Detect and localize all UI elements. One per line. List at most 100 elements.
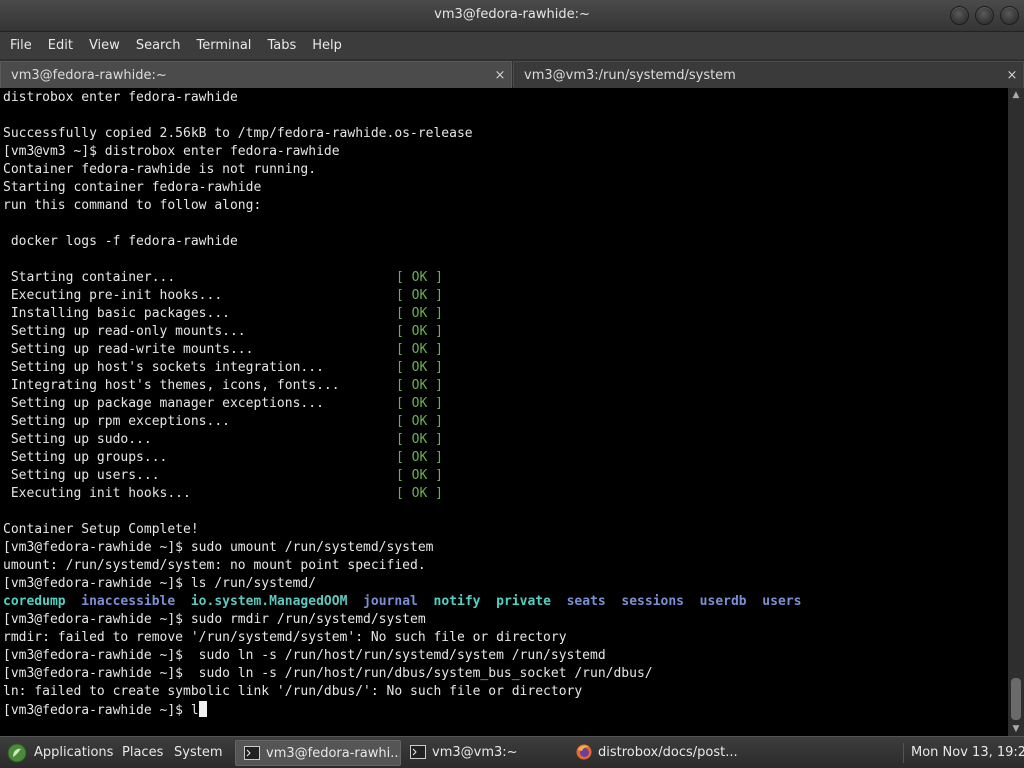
close-window-button[interactable]	[1000, 6, 1019, 25]
setup-step-line: Integrating host's themes, icons, fonts.…	[3, 377, 443, 395]
directory-entry: journal	[363, 594, 418, 609]
terminal-line: [vm3@fedora-rawhide ~]$ sudo rmdir /run/…	[3, 612, 426, 627]
minimize-button[interactable]	[950, 6, 969, 25]
applications-icon[interactable]	[6, 737, 28, 768]
menu-help[interactable]: Help	[304, 32, 350, 59]
taskbar-item-terminal-fedora[interactable]: vm3@fedora-rawhi...	[235, 740, 401, 766]
scrollbar-thumb[interactable]	[1011, 678, 1021, 720]
setup-step-label: Setting up read-write mounts...	[3, 342, 254, 357]
terminal-line: ln: failed to create symbolic link '/run…	[3, 684, 583, 699]
terminal-line: [vm3@fedora-rawhide ~]$ sudo ln -s /run/…	[3, 666, 653, 681]
terminal-line: [vm3@fedora-rawhide ~]$ sudo ln -s /run/…	[3, 648, 606, 663]
terminal-line: Container Setup Complete!	[3, 522, 199, 537]
setup-step-label: Installing basic packages...	[3, 306, 230, 321]
terminal-line: run this command to follow along:	[3, 198, 262, 213]
terminal-icon	[244, 746, 260, 760]
task-label: vm3@vm3:~	[432, 745, 518, 760]
setup-step-line: Setting up host's sockets integration...…	[3, 359, 443, 377]
terminal-line: Starting container fedora-rawhide	[3, 180, 262, 195]
places-menu[interactable]: Places	[122, 737, 163, 768]
setup-step-line: Setting up users... [ OK ]	[3, 467, 443, 485]
setup-step-label: Executing pre-init hooks...	[3, 288, 223, 303]
prompt: [vm3@fedora-rawhide ~]$	[3, 703, 191, 718]
firefox-icon	[576, 744, 592, 760]
setup-step-line: Setting up sudo... [ OK ]	[3, 431, 443, 449]
directory-entry: private	[496, 594, 551, 609]
tab-label: vm3@fedora-rawhide:~	[11, 68, 167, 83]
terminal-line: [vm3@fedora-rawhide ~]$ sudo umount /run…	[3, 540, 434, 555]
status-ok-badge: [ OK ]	[396, 378, 443, 393]
status-ok-badge: [ OK ]	[396, 414, 443, 429]
menu-tabs[interactable]: Tabs	[259, 32, 304, 59]
ls-output-line: coredump inaccessible io.system.ManagedO…	[3, 593, 801, 611]
terminal-line: [vm3@fedora-rawhide ~]$ ls /run/systemd/	[3, 576, 317, 591]
bottom-panel: Applications Places System vm3@fedora-ra…	[0, 736, 1024, 768]
terminal-line: docker logs -f fedora-rawhide	[3, 234, 238, 249]
status-ok-badge: [ OK ]	[396, 486, 443, 501]
scroll-up-icon[interactable]: ▲	[1008, 88, 1024, 102]
taskbar-item-firefox[interactable]: distrobox/docs/post...	[568, 740, 743, 766]
menu-terminal[interactable]: Terminal	[188, 32, 259, 59]
status-ok-badge: [ OK ]	[396, 270, 443, 285]
setup-step-line: Setting up package manager exceptions...…	[3, 395, 443, 413]
maximize-button[interactable]	[975, 6, 994, 25]
directory-entry: users	[762, 594, 802, 609]
tab-fedora-rawhide[interactable]: vm3@fedora-rawhide:~ ×	[0, 61, 512, 88]
terminal-prompt-line[interactable]: [vm3@fedora-rawhide ~]$ l	[3, 701, 207, 719]
tab-run-systemd[interactable]: vm3@vm3:/run/systemd/system ×	[513, 61, 1024, 88]
terminal-line: Successfully copied 2.56kB to /tmp/fedor…	[3, 126, 473, 141]
task-label: vm3@fedora-rawhi...	[266, 746, 401, 761]
clock[interactable]: Mon Nov 13, 19:26	[911, 737, 1024, 768]
status-ok-badge: [ OK ]	[396, 360, 443, 375]
directory-entry: coredump	[3, 594, 66, 609]
terminal-output[interactable]: distrobox enter fedora-rawhide Successful…	[0, 88, 1008, 736]
setup-step-label: Setting up package manager exceptions...	[3, 396, 324, 411]
scroll-down-icon[interactable]: ▼	[1008, 722, 1024, 736]
menu-edit[interactable]: Edit	[40, 32, 81, 59]
menu-search[interactable]: Search	[128, 32, 189, 59]
menu-view[interactable]: View	[81, 32, 128, 59]
close-tab-icon[interactable]: ×	[493, 62, 507, 89]
terminal-scrollbar[interactable]: ▲ ▼	[1008, 88, 1024, 736]
setup-step-line: Starting container... [ OK ]	[3, 269, 443, 287]
window-title: vm3@fedora-rawhide:~	[434, 7, 590, 22]
setup-step-label: Setting up sudo...	[3, 432, 152, 447]
setup-step-line: Setting up groups... [ OK ]	[3, 449, 443, 467]
status-ok-badge: [ OK ]	[396, 288, 443, 303]
setup-step-label: Executing init hooks...	[3, 486, 191, 501]
setup-step-line: Executing pre-init hooks... [ OK ]	[3, 287, 443, 305]
window-titlebar[interactable]: vm3@fedora-rawhide:~	[0, 0, 1024, 32]
status-ok-badge: [ OK ]	[396, 468, 443, 483]
setup-step-line: Installing basic packages... [ OK ]	[3, 305, 443, 323]
panel-divider	[903, 743, 904, 763]
tab-bar: vm3@fedora-rawhide:~ × vm3@vm3:/run/syst…	[0, 59, 1024, 88]
terminal-line: rmdir: failed to remove '/run/systemd/sy…	[3, 630, 567, 645]
taskbar-item-terminal-vm3[interactable]: vm3@vm3:~	[402, 740, 567, 766]
applications-menu[interactable]: Applications	[34, 737, 113, 768]
setup-step-line: Setting up read-only mounts... [ OK ]	[3, 323, 443, 341]
setup-step-label: Setting up host's sockets integration...	[3, 360, 324, 375]
tab-label: vm3@vm3:/run/systemd/system	[524, 68, 736, 83]
setup-step-label: Setting up groups...	[3, 450, 168, 465]
task-label: distrobox/docs/post...	[598, 745, 738, 760]
status-ok-badge: [ OK ]	[396, 324, 443, 339]
status-ok-badge: [ OK ]	[396, 450, 443, 465]
close-tab-icon[interactable]: ×	[1005, 62, 1019, 89]
system-menu[interactable]: System	[174, 737, 222, 768]
setup-step-label: Setting up read-only mounts...	[3, 324, 246, 339]
menu-file[interactable]: File	[2, 32, 40, 59]
menu-bar: File Edit View Search Terminal Tabs Help	[0, 32, 1024, 59]
command-input[interactable]: l	[191, 703, 199, 718]
setup-step-line: Setting up rpm exceptions... [ OK ]	[3, 413, 443, 431]
setup-step-label: Setting up rpm exceptions...	[3, 414, 230, 429]
setup-step-line: Executing init hooks... [ OK ]	[3, 485, 443, 503]
directory-entry: seats	[566, 594, 606, 609]
status-ok-badge: [ OK ]	[396, 306, 443, 321]
setup-step-line: Setting up read-write mounts... [ OK ]	[3, 341, 443, 359]
setup-step-label: Integrating host's themes, icons, fonts.…	[3, 378, 340, 393]
setup-step-label: Setting up users...	[3, 468, 160, 483]
directory-entry: sessions	[621, 594, 685, 609]
directory-entry: userdb	[699, 594, 747, 609]
status-ok-badge: [ OK ]	[396, 342, 443, 357]
status-ok-badge: [ OK ]	[396, 432, 443, 447]
